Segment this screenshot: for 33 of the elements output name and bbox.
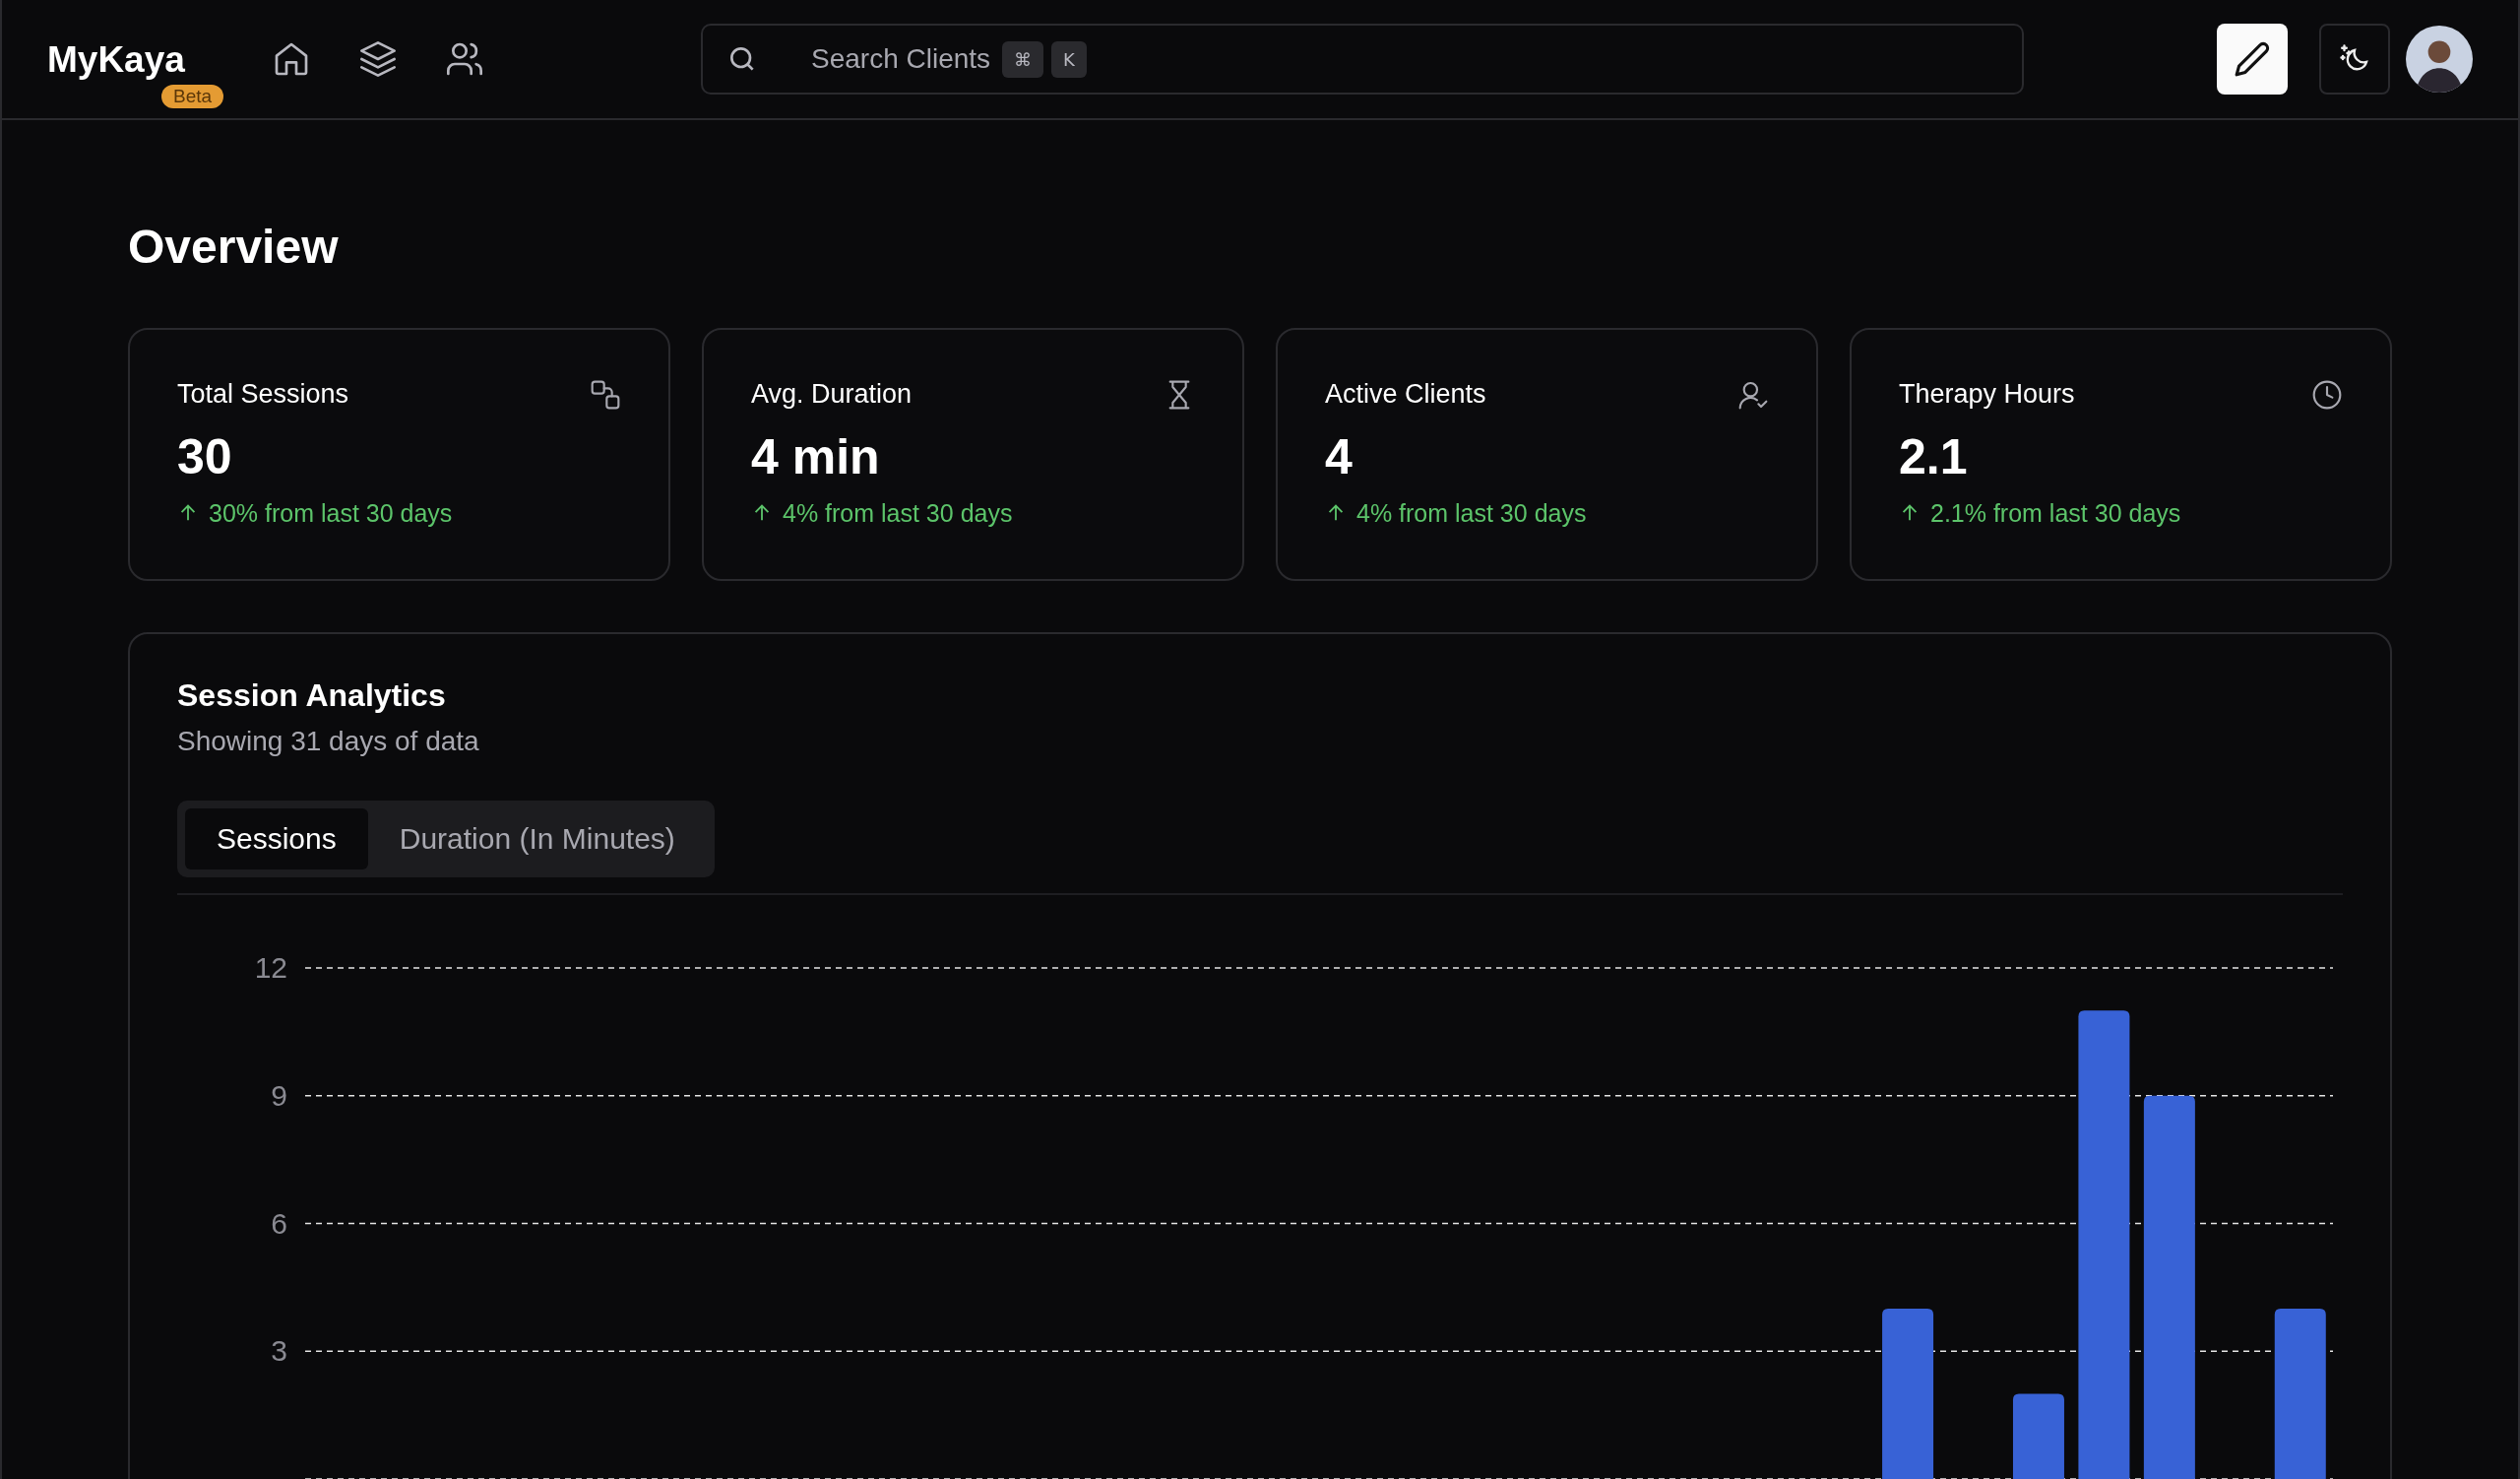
squares-icon — [590, 378, 621, 411]
pencil-icon — [2234, 40, 2271, 78]
search-field[interactable]: Search Clients ⌘ K — [701, 24, 2024, 95]
stat-title: Avg. Duration — [751, 379, 913, 411]
page-title: Overview — [128, 220, 340, 275]
axis-label: 3 — [271, 1333, 287, 1367]
shortcut-key: ⌘ — [1002, 40, 1044, 78]
stat-title: Total Sessions — [177, 379, 349, 411]
stat-title: Therapy Hours — [1899, 379, 2075, 411]
stat-change: 2.1% from last 30 days — [1930, 498, 2181, 528]
stat-title: Active Clients — [1325, 379, 1486, 411]
stat-change: 4% from last 30 days — [783, 498, 1013, 528]
clock-icon — [2311, 378, 2343, 411]
panel-title: Session Analytics — [177, 676, 447, 714]
tab[interactable]: Duration (In Minutes) — [367, 807, 707, 869]
logo[interactable]: MyKaya — [47, 39, 185, 81]
search-placeholder: Search Clients — [811, 43, 991, 75]
panel-subtitle: Showing 31 days of data — [177, 725, 480, 757]
edit-button[interactable] — [2217, 24, 2288, 95]
theme-toggle-button[interactable] — [2319, 24, 2390, 95]
axis-label: 12 — [254, 950, 287, 984]
stat-change: 30% from last 30 days — [209, 498, 453, 528]
stat-value: 30 — [177, 427, 233, 485]
layers-icon[interactable] — [358, 39, 398, 79]
stat-value: 2.1 — [1899, 427, 1969, 485]
axis-label: 9 — [271, 1078, 287, 1112]
tab[interactable]: Sessions — [185, 807, 368, 869]
stat-value: 4 — [1325, 427, 1354, 485]
shortcut-key: K — [1051, 40, 1087, 78]
axis-label: 6 — [271, 1206, 287, 1240]
beta-badge: Beta — [161, 85, 224, 108]
stat-change: 4% from last 30 days — [1356, 498, 1587, 528]
stat-value: 4 min — [751, 427, 881, 485]
